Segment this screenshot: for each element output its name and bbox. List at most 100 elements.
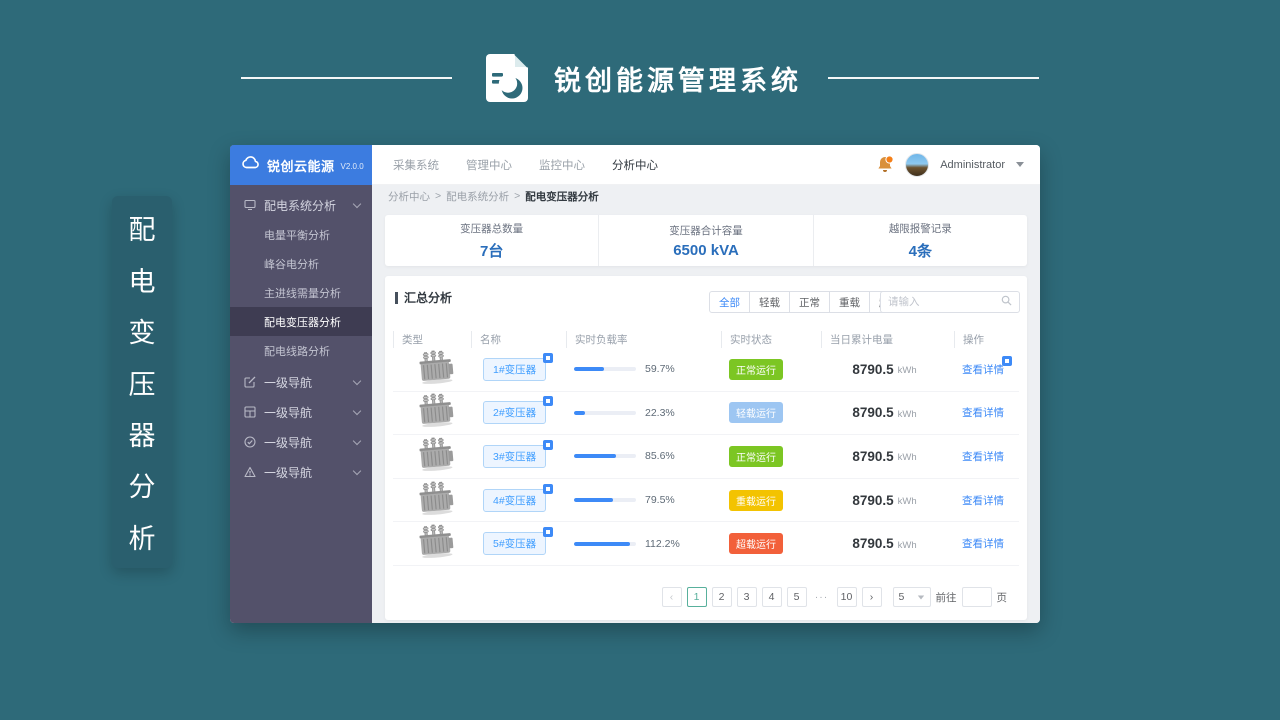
nav-item[interactable]: 分析中心	[612, 157, 658, 173]
load-percentage: 112.2%	[645, 537, 680, 550]
monitor-icon	[244, 199, 256, 211]
view-details-link[interactable]: 查看详情	[962, 355, 1012, 377]
table-row: 3#变压器 85.6% 正常运行 8790.5 kWh 查看详情	[393, 435, 1019, 479]
vertical-caption-char: 析	[128, 523, 156, 554]
page-unit-label: 页	[996, 591, 1008, 604]
stat-label: 变压器总数量	[460, 222, 524, 235]
summary-panel: 汇总分析 全部轻载正常重载超载 类型名称实时负载率实时状态当日累计电量操作	[385, 276, 1027, 620]
pagination-page-button[interactable]: 1	[686, 587, 707, 607]
stat-value: 7台	[479, 242, 504, 260]
vertical-caption-char: 压	[128, 369, 156, 400]
sidebar-item[interactable]: 峰谷电分析	[230, 249, 372, 278]
table-row: 4#变压器 79.5% 重载运行 8790.5 kWh 查看详情	[393, 479, 1019, 523]
transformer-image	[415, 434, 457, 477]
table-body: 1#变压器 59.7% 正常运行 8790.5 kWh 查看详情 2#变压器 2…	[393, 348, 1019, 566]
load-percentage: 59.7%	[645, 363, 675, 376]
banner-line-right	[828, 77, 1039, 79]
pagination-page-button[interactable]: 3	[736, 587, 757, 607]
user-name[interactable]: Administrator	[940, 159, 1005, 171]
app-logo[interactable]: 锐创云能源 V2.0.0	[230, 145, 372, 185]
sidebar-group[interactable]: 一级导航	[230, 427, 372, 457]
transformer-name-button[interactable]: 2#变压器	[483, 396, 554, 425]
breadcrumb: 分析中心 > 配电系统分析 > 配电变压器分析	[372, 185, 1040, 207]
vertical-caption-char: 器	[128, 420, 156, 451]
sidebar-item[interactable]: 电量平衡分析	[230, 220, 372, 249]
pagination-page-button[interactable]: 5	[786, 587, 807, 607]
stat-label: 越限报警记录	[888, 222, 952, 235]
breadcrumb-separator: >	[514, 190, 521, 202]
dashboard-window: 锐创云能源 V2.0.0 配电系统分析 电量平衡分析 峰谷电分析 主进线需量分析 配电…	[230, 145, 1040, 623]
chevron-down-icon	[917, 595, 924, 599]
nav-item[interactable]: 监控中心	[539, 157, 585, 173]
sidebar-group-label: 一级导航	[264, 435, 313, 450]
energy-unit: kWh	[897, 408, 917, 420]
search-icon[interactable]	[1001, 293, 1012, 311]
transformer-name-button[interactable]: 3#变压器	[483, 439, 554, 468]
page-size-select[interactable]: 5	[892, 587, 931, 607]
breadcrumb-item[interactable]: 分析中心	[388, 189, 430, 204]
sidebar-item[interactable]: 主进线需量分析	[230, 278, 372, 307]
nav-item[interactable]: 采集系统	[393, 157, 439, 173]
column-header: 实时状态	[721, 331, 821, 348]
column-header: 名称	[471, 331, 566, 348]
banner-line-left	[241, 77, 452, 79]
cloud-icon	[241, 155, 261, 175]
grid-icon	[244, 406, 256, 418]
energy-value: 8790.5	[852, 405, 894, 421]
sidebar-item[interactable]: 配电线路分析	[230, 336, 372, 365]
load-progress-bar	[574, 498, 636, 503]
vertical-caption-char: 电	[128, 266, 156, 297]
transformer-image	[415, 390, 457, 433]
filter-button[interactable]: 正常	[789, 291, 830, 313]
top-nav-bar: 采集系统 管理中心 监控中心 分析中心 Administrator	[372, 145, 1040, 185]
table-row: 2#变压器 22.3% 轻载运行 8790.5 kWh 查看详情	[393, 392, 1019, 436]
page-background: 锐创能源管理系统 配电变压器分析 锐创云能源 V2.0.0 配电系统分析 电量平…	[0, 0, 1280, 720]
sidebar-group[interactable]: 一级导航	[230, 397, 372, 427]
column-header: 类型	[393, 331, 471, 348]
filter-button[interactable]: 重载	[829, 291, 870, 313]
sidebar-item[interactable]: 配电变压器分析	[230, 307, 372, 336]
status-badge: 重载运行	[729, 489, 783, 511]
status-badge: 正常运行	[729, 445, 783, 467]
nav-item[interactable]: 管理中心	[466, 157, 512, 173]
filter-button[interactable]: 全部	[709, 291, 750, 313]
view-details-link[interactable]: 查看详情	[962, 493, 1004, 508]
vertical-caption: 配电变压器分析	[112, 196, 172, 568]
sidebar-group[interactable]: 一级导航	[230, 457, 372, 487]
pagination-prev-button[interactable]: ‹	[661, 587, 682, 607]
goto-page-input[interactable]	[961, 587, 992, 607]
chevron-down-icon	[352, 406, 362, 415]
breadcrumb-item[interactable]: 配电系统分析	[446, 189, 509, 204]
sidebar-group[interactable]: 配电系统分析	[230, 190, 372, 220]
goto-label: 前往	[935, 591, 957, 604]
alarm-bell-icon[interactable]	[876, 154, 894, 175]
load-progress-bar	[574, 541, 636, 546]
transformer-image	[415, 521, 457, 564]
transformer-name-button[interactable]: 1#变压器	[483, 352, 554, 381]
search-input[interactable]	[888, 296, 1001, 308]
pagination-next-button[interactable]: ›	[861, 587, 882, 607]
chevron-down-icon[interactable]	[1016, 162, 1024, 167]
pagination-page-button[interactable]: 4	[761, 587, 782, 607]
load-percentage: 85.6%	[645, 450, 675, 463]
vertical-caption-char: 分	[128, 472, 156, 503]
transformer-name-button[interactable]: 4#变压器	[483, 483, 554, 512]
app-name: 锐创云能源	[267, 158, 335, 174]
app-version: V2.0.0	[340, 162, 364, 171]
sidebar-group[interactable]: 一级导航	[230, 367, 372, 397]
search-box[interactable]	[880, 291, 1020, 313]
view-details-link[interactable]: 查看详情	[962, 449, 1004, 464]
pagination-page-button[interactable]: 2	[711, 587, 732, 607]
section-title-bar	[395, 291, 398, 304]
transformer-name-button[interactable]: 5#变压器	[483, 527, 554, 556]
document-pen-icon	[478, 51, 532, 105]
avatar[interactable]	[905, 152, 930, 177]
filter-button[interactable]: 轻载	[749, 291, 790, 313]
edit-icon	[244, 376, 256, 388]
pagination-page-button[interactable]: 10	[836, 587, 857, 607]
view-details-link[interactable]: 查看详情	[962, 405, 1004, 420]
view-details-link[interactable]: 查看详情	[962, 536, 1004, 551]
column-header: 操作	[954, 331, 1016, 348]
status-badge: 轻载运行	[729, 402, 783, 424]
stat-value: 6500 kVA	[673, 241, 739, 259]
